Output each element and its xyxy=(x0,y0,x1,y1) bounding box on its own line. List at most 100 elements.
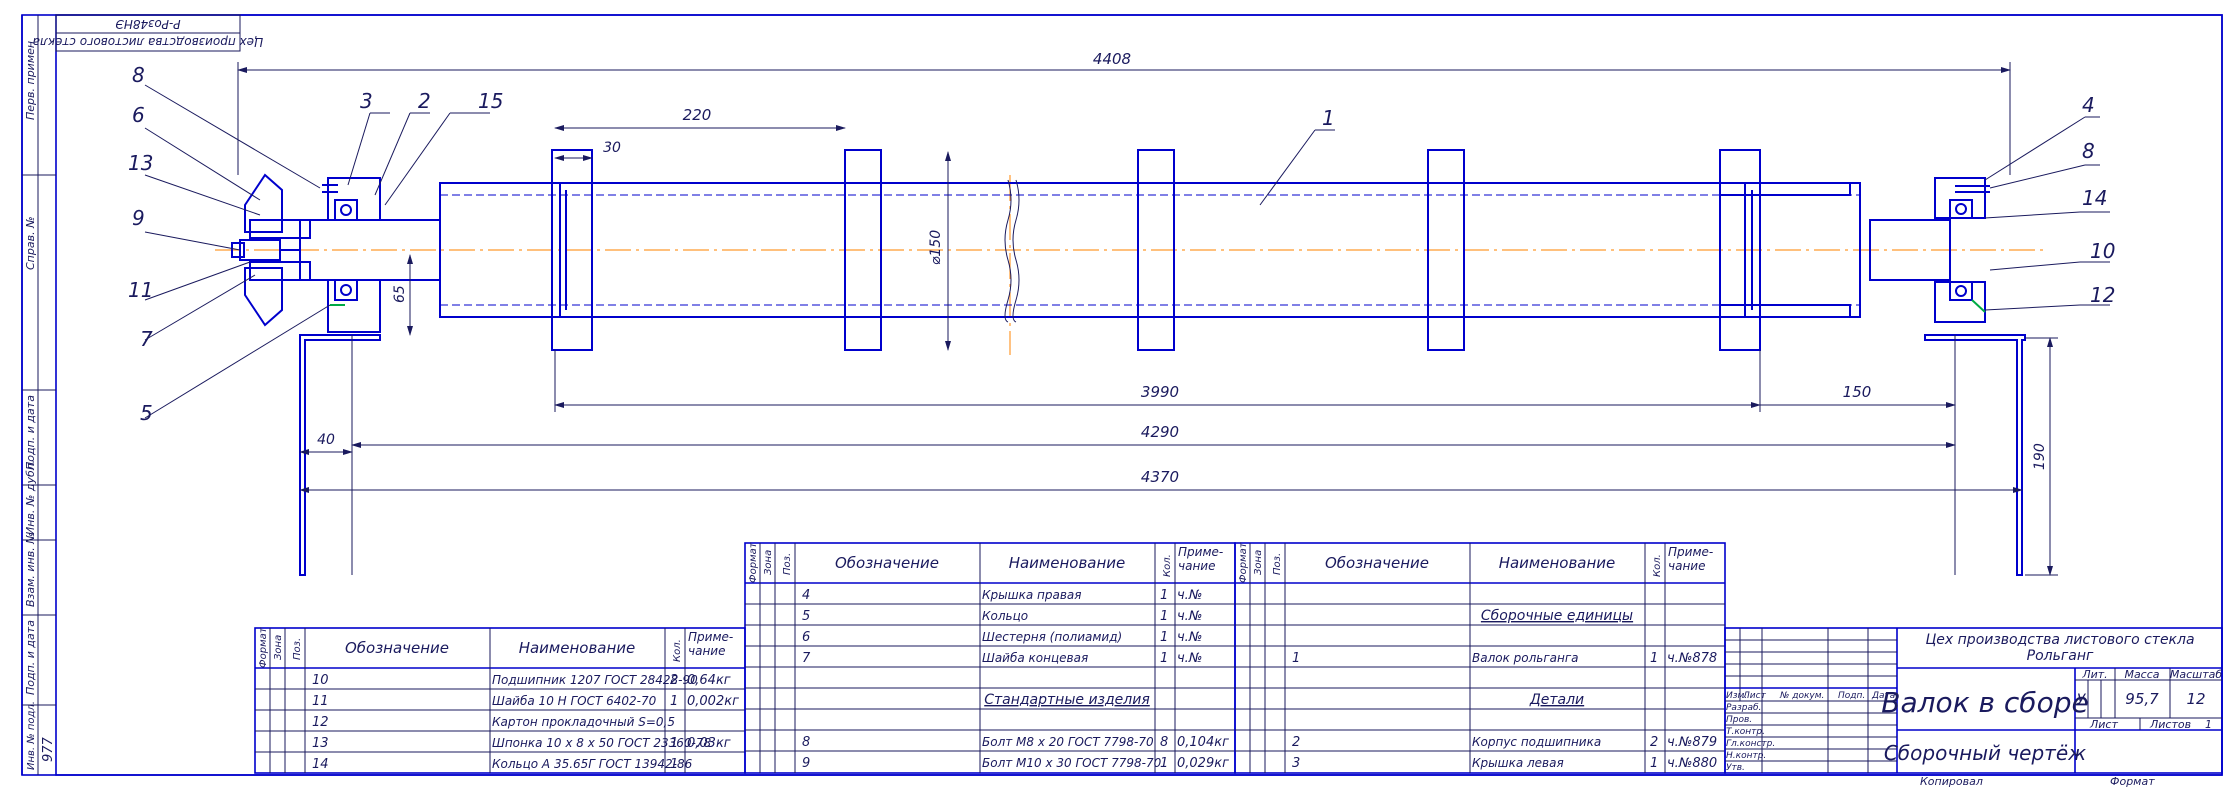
spec-row-name: Кольцо А 35.65Г ГОСТ 13942-86 xyxy=(492,757,693,771)
side-label-podp-2: Подп. и дата xyxy=(24,620,37,695)
title-role-label: Гл.констр. xyxy=(1726,739,1775,749)
spec-row-name: Шайба 10 Н ГОСТ 6402-70 xyxy=(492,694,657,708)
spec-row-qty: 8 xyxy=(1160,735,1168,750)
side-label-inv-dubl: Инв. № дубл. xyxy=(24,460,37,535)
spec-left-h-name: Наименование xyxy=(519,639,636,657)
dim-4408: 4408 xyxy=(1093,50,1131,68)
side-value: 977 xyxy=(41,736,56,762)
spec-row-note: 0,002кг xyxy=(687,694,739,709)
callout-7: 7 xyxy=(140,327,153,351)
scale-value: 12 xyxy=(2186,690,2205,708)
spec-row-name: Кольцо xyxy=(982,609,1028,623)
mass-label: Масса xyxy=(2124,668,2159,681)
left-support-bracket xyxy=(299,334,381,576)
dimension-lines xyxy=(237,62,2058,576)
title-role-label: Н.контр. xyxy=(1726,751,1766,761)
spec-row-qty: 2 xyxy=(670,673,678,688)
format-label: Формат xyxy=(2110,775,2155,788)
spec-left-h-designation: Обозначение xyxy=(345,639,449,657)
callout-11: 11 xyxy=(128,278,153,302)
dim-220: 220 xyxy=(683,106,712,124)
spec-row-pos: 4 xyxy=(802,588,810,603)
side-label-vzam: Взам. инв. № xyxy=(24,532,37,607)
sheet-label: Лист xyxy=(2089,718,2118,731)
spec-row-pos: 10 xyxy=(312,673,329,688)
callout-2: 2 xyxy=(418,89,431,113)
sheets-value: 1 xyxy=(2205,718,2212,731)
roller-assembly-drawing xyxy=(215,149,2045,576)
spec-row-pos: 13 xyxy=(312,736,329,751)
spec-row-note: 0,104кг xyxy=(1177,735,1229,750)
dim-40: 40 xyxy=(317,432,335,448)
title-role-label: Разраб. xyxy=(1726,703,1761,713)
spec-row-pos: 11 xyxy=(312,694,329,709)
callout-13: 13 xyxy=(128,151,153,175)
spec-mid-rows: 4 Крышка правая 1 ч.№ 5 Кольцо 1 ч.№ 6 Шестерня (… xyxy=(745,588,1235,771)
spec-row-note: ч.№ xyxy=(1177,630,1202,645)
dim-4290: 4290 xyxy=(1141,423,1179,441)
spec-mid-h-qty: Кол. xyxy=(1162,554,1173,577)
callout-6: 6 xyxy=(132,103,145,127)
callout-9: 9 xyxy=(132,206,145,230)
mass-value: 95,7 xyxy=(2125,690,2159,708)
spec-right-h-format: Формат xyxy=(1238,541,1249,583)
spec-left-rows: 10 Подшипник 1207 ГОСТ 28428-902 0,64кг11 Ш… xyxy=(255,673,745,772)
spec-mid-h-zone: Зона xyxy=(763,550,774,575)
callout-5: 5 xyxy=(140,401,153,425)
spec-row-pos: 5 xyxy=(802,609,810,624)
side-label-perv: Перв. примен xyxy=(24,41,37,120)
spec-row-name: Корпус подшипника xyxy=(1472,735,1601,749)
spec-row-pos: 6 xyxy=(802,630,810,645)
top-stamp-line1: Р-Роз48НЭ xyxy=(115,17,181,31)
spec-row-note: ч.№ xyxy=(1177,651,1202,666)
spec-right-rows: Сборочные единицы 1 Валок рольганга 1 ч.№878… xyxy=(1235,603,1725,771)
spec-row-name: Стандартные изделия xyxy=(984,692,1150,708)
col-doc: № докум. xyxy=(1779,691,1824,701)
spec-table-mid: Формат Зона Поз. Обозначение Наименовани… xyxy=(744,541,1236,774)
dim-3990: 3990 xyxy=(1141,383,1179,401)
spec-row-qty: 1 xyxy=(1650,651,1658,666)
spec-row-qty: 1 xyxy=(1650,756,1658,771)
title-role-label: Пров. xyxy=(1726,715,1752,725)
drawing-title: Валок в сборе xyxy=(1881,686,2088,719)
spec-row-qty: 1 xyxy=(670,694,678,709)
side-strip-labels: Перв. примен Справ. № Подп. и дата Инв. … xyxy=(24,41,56,770)
spec-row-pos: 7 xyxy=(802,651,811,666)
spec-row-name: Шестерня (полиамид) xyxy=(982,630,1122,644)
spec-row-name: Сборочные единицы xyxy=(1481,608,1633,624)
spec-row-qty: 1 xyxy=(1160,756,1168,771)
spec-left-h-pos: Поз. xyxy=(292,638,303,660)
spec-row-note: ч.№878 xyxy=(1667,651,1717,666)
spec-mid-h-designation: Обозначение xyxy=(835,554,939,572)
callout-1: 1 xyxy=(1322,106,1335,130)
spec-row-note: 0,64кг xyxy=(687,673,731,688)
spec-row-note: 0,03кг xyxy=(687,736,731,751)
spec-row-name: Болт М8 x 20 ГОСТ 7798-70 xyxy=(982,735,1154,749)
spec-right-h-pos: Поз. xyxy=(1272,553,1283,575)
spec-row-qty: 1 xyxy=(1160,588,1168,603)
spec-row-pos: 3 xyxy=(1292,756,1300,771)
spec-row-name: Шпонка 10 x 8 x 50 ГОСТ 23360-78 xyxy=(492,736,712,750)
title-block: Цех производства листового стекла Рольга… xyxy=(1724,627,2223,774)
callout-12: 12 xyxy=(2090,283,2115,307)
spec-row-name: Шайба концевая xyxy=(982,651,1088,665)
spec-row-name: Болт М10 x 30 ГОСТ 7798-70 xyxy=(982,756,1162,770)
spec-row-qty: 1 xyxy=(1160,609,1168,624)
callout-10: 10 xyxy=(2090,239,2115,263)
spec-row-qty: 1 xyxy=(670,757,678,772)
right-support-bracket xyxy=(1924,334,2026,576)
spec-row-name: Подшипник 1207 ГОСТ 28428-90 xyxy=(492,673,698,687)
sheets-label: Листов xyxy=(2149,718,2191,731)
spec-mid-h-name: Наименование xyxy=(1009,554,1126,572)
callout-4: 4 xyxy=(2082,93,2095,117)
spec-mid-h-format: Формат xyxy=(748,541,759,583)
spec-left-h-note: Приме-чание xyxy=(688,630,734,658)
lit-label: Лит. xyxy=(2081,668,2107,681)
spec-row-pos: 14 xyxy=(312,757,329,772)
spec-right-h-qty: Кол. xyxy=(1652,554,1663,577)
spec-right-h-zone: Зона xyxy=(1253,550,1264,575)
spec-row-qty: 2 xyxy=(1650,735,1658,750)
dim-30: 30 xyxy=(603,140,621,156)
spec-left-h-qty: Кол. xyxy=(672,639,683,662)
dim-65: 65 xyxy=(392,285,408,303)
